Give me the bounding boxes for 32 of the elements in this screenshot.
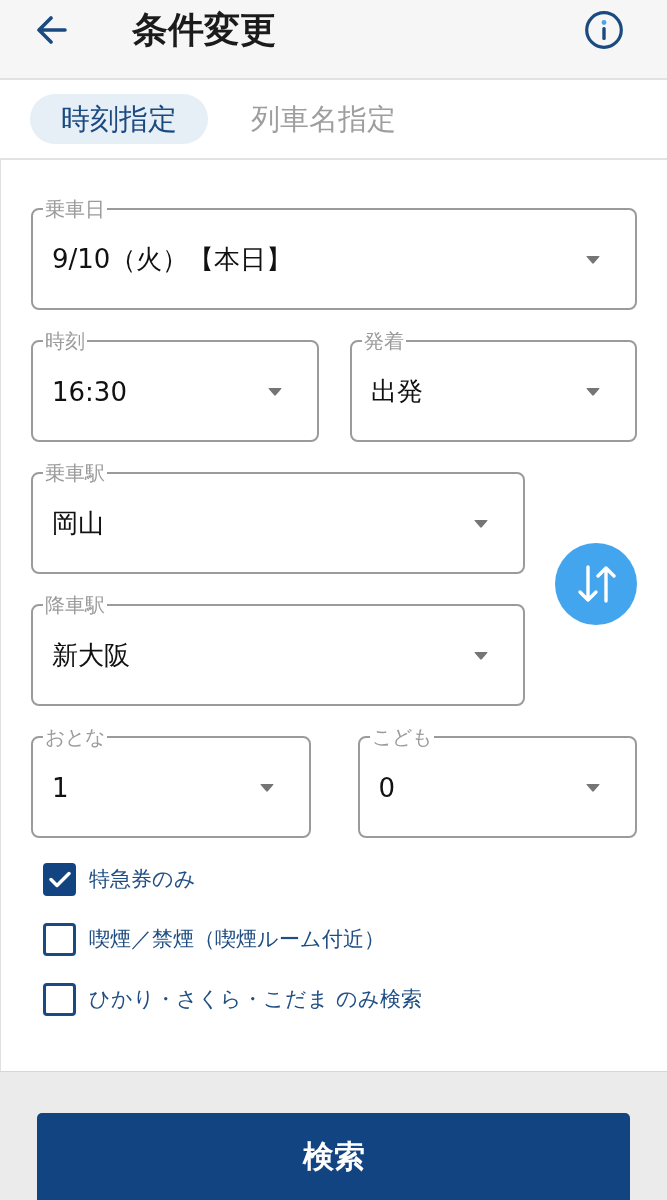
swap-arrows-icon <box>576 563 616 604</box>
checkbox[interactable] <box>43 862 76 896</box>
field-label: 乗車駅 <box>44 461 106 485</box>
search-button[interactable]: 検索 <box>37 1113 630 1200</box>
checkbox-label: ひかり・さくら・こだま のみ検索 <box>89 986 422 1013</box>
checkmark-icon <box>48 870 71 888</box>
checkbox-label: 喫煙／禁煙（喫煙ルーム付近） <box>89 926 385 953</box>
checkbox[interactable] <box>43 982 76 1016</box>
departure-arrival-dropdown[interactable]: 発着 出発 <box>349 329 637 442</box>
dropdown-caret-icon <box>586 255 600 264</box>
checkbox-label: 特急券のみ <box>89 866 196 893</box>
departure-station-dropdown[interactable]: 乗車駅 岡山 <box>31 461 525 574</box>
info-icon[interactable] <box>585 11 623 49</box>
time-dropdown[interactable]: 時刻 16:30 <box>31 329 319 442</box>
field-label: おとな <box>44 725 106 749</box>
page-title: 条件変更 <box>132 8 277 52</box>
field-label: 発着 <box>362 329 405 353</box>
field-label: 時刻 <box>44 329 86 353</box>
tab[interactable]: 時刻指定 <box>30 94 208 144</box>
field-label: こども <box>370 725 433 749</box>
dropdown-caret-icon <box>586 387 600 396</box>
dropdown-caret-icon <box>586 783 600 792</box>
dropdown-caret-icon <box>267 387 282 396</box>
arrival-station-dropdown[interactable]: 降車駅 新大阪 <box>31 593 525 706</box>
dropdown-caret-icon <box>259 783 274 792</box>
field-label: 乗車日 <box>44 197 106 221</box>
date-dropdown[interactable]: 乗車日 9/10（火）【本日】 <box>31 197 637 310</box>
checkbox[interactable] <box>43 922 76 956</box>
field-label: 降車駅 <box>44 593 106 617</box>
back-arrow-icon[interactable] <box>37 16 67 44</box>
dropdown-caret-icon <box>474 519 488 528</box>
dropdown-caret-icon <box>474 651 488 660</box>
